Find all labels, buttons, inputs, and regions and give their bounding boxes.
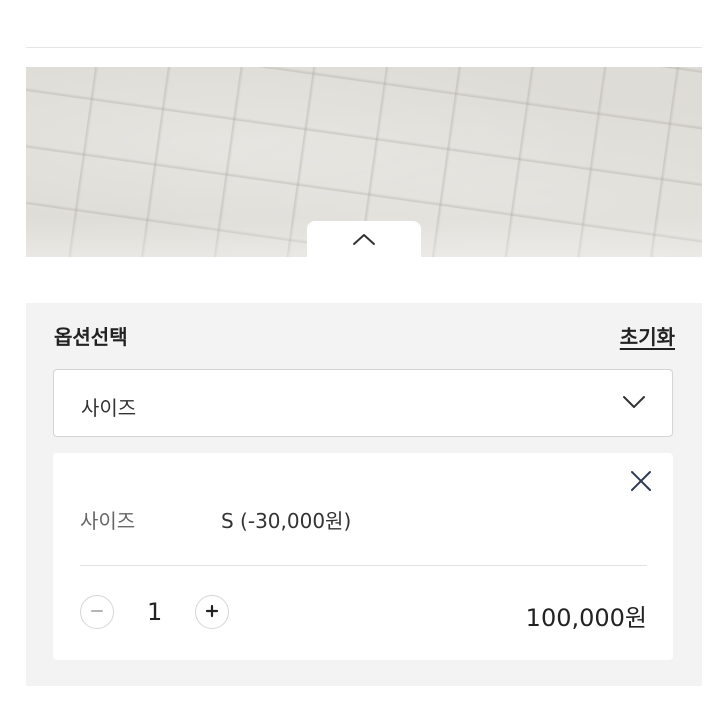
size-select-value: 사이즈 — [81, 396, 137, 420]
collapse-handle-button[interactable] — [307, 221, 421, 257]
quantity-value: 1 — [147, 598, 163, 626]
remove-item-button[interactable] — [627, 469, 655, 497]
close-icon — [630, 470, 652, 496]
quantity-decrease-button[interactable] — [80, 595, 114, 629]
item-option-value: S (-30,000원) — [221, 509, 352, 533]
option-panel: 옵션선택 초기화 사이즈 사이즈 S (-30,000원) 1 100,000원 — [26, 303, 702, 686]
minus-icon — [90, 603, 104, 622]
item-option-label: 사이즈 — [80, 509, 136, 533]
item-divider — [80, 565, 647, 566]
item-price: 100,000원 — [525, 604, 647, 632]
top-divider — [26, 47, 702, 48]
chevron-up-icon — [351, 231, 377, 247]
product-option-page: 옵션선택 초기화 사이즈 사이즈 S (-30,000원) 1 100,000원 — [0, 0, 728, 728]
reset-button[interactable]: 초기화 — [620, 321, 675, 350]
quantity-increase-button[interactable] — [195, 595, 229, 629]
size-select[interactable]: 사이즈 — [53, 369, 673, 437]
selected-item-card: 사이즈 S (-30,000원) 1 100,000원 — [53, 453, 673, 660]
chevron-down-icon — [622, 394, 646, 414]
option-panel-title: 옵션선택 — [54, 325, 128, 349]
plus-icon — [205, 603, 219, 622]
handle-strip — [0, 257, 728, 303]
